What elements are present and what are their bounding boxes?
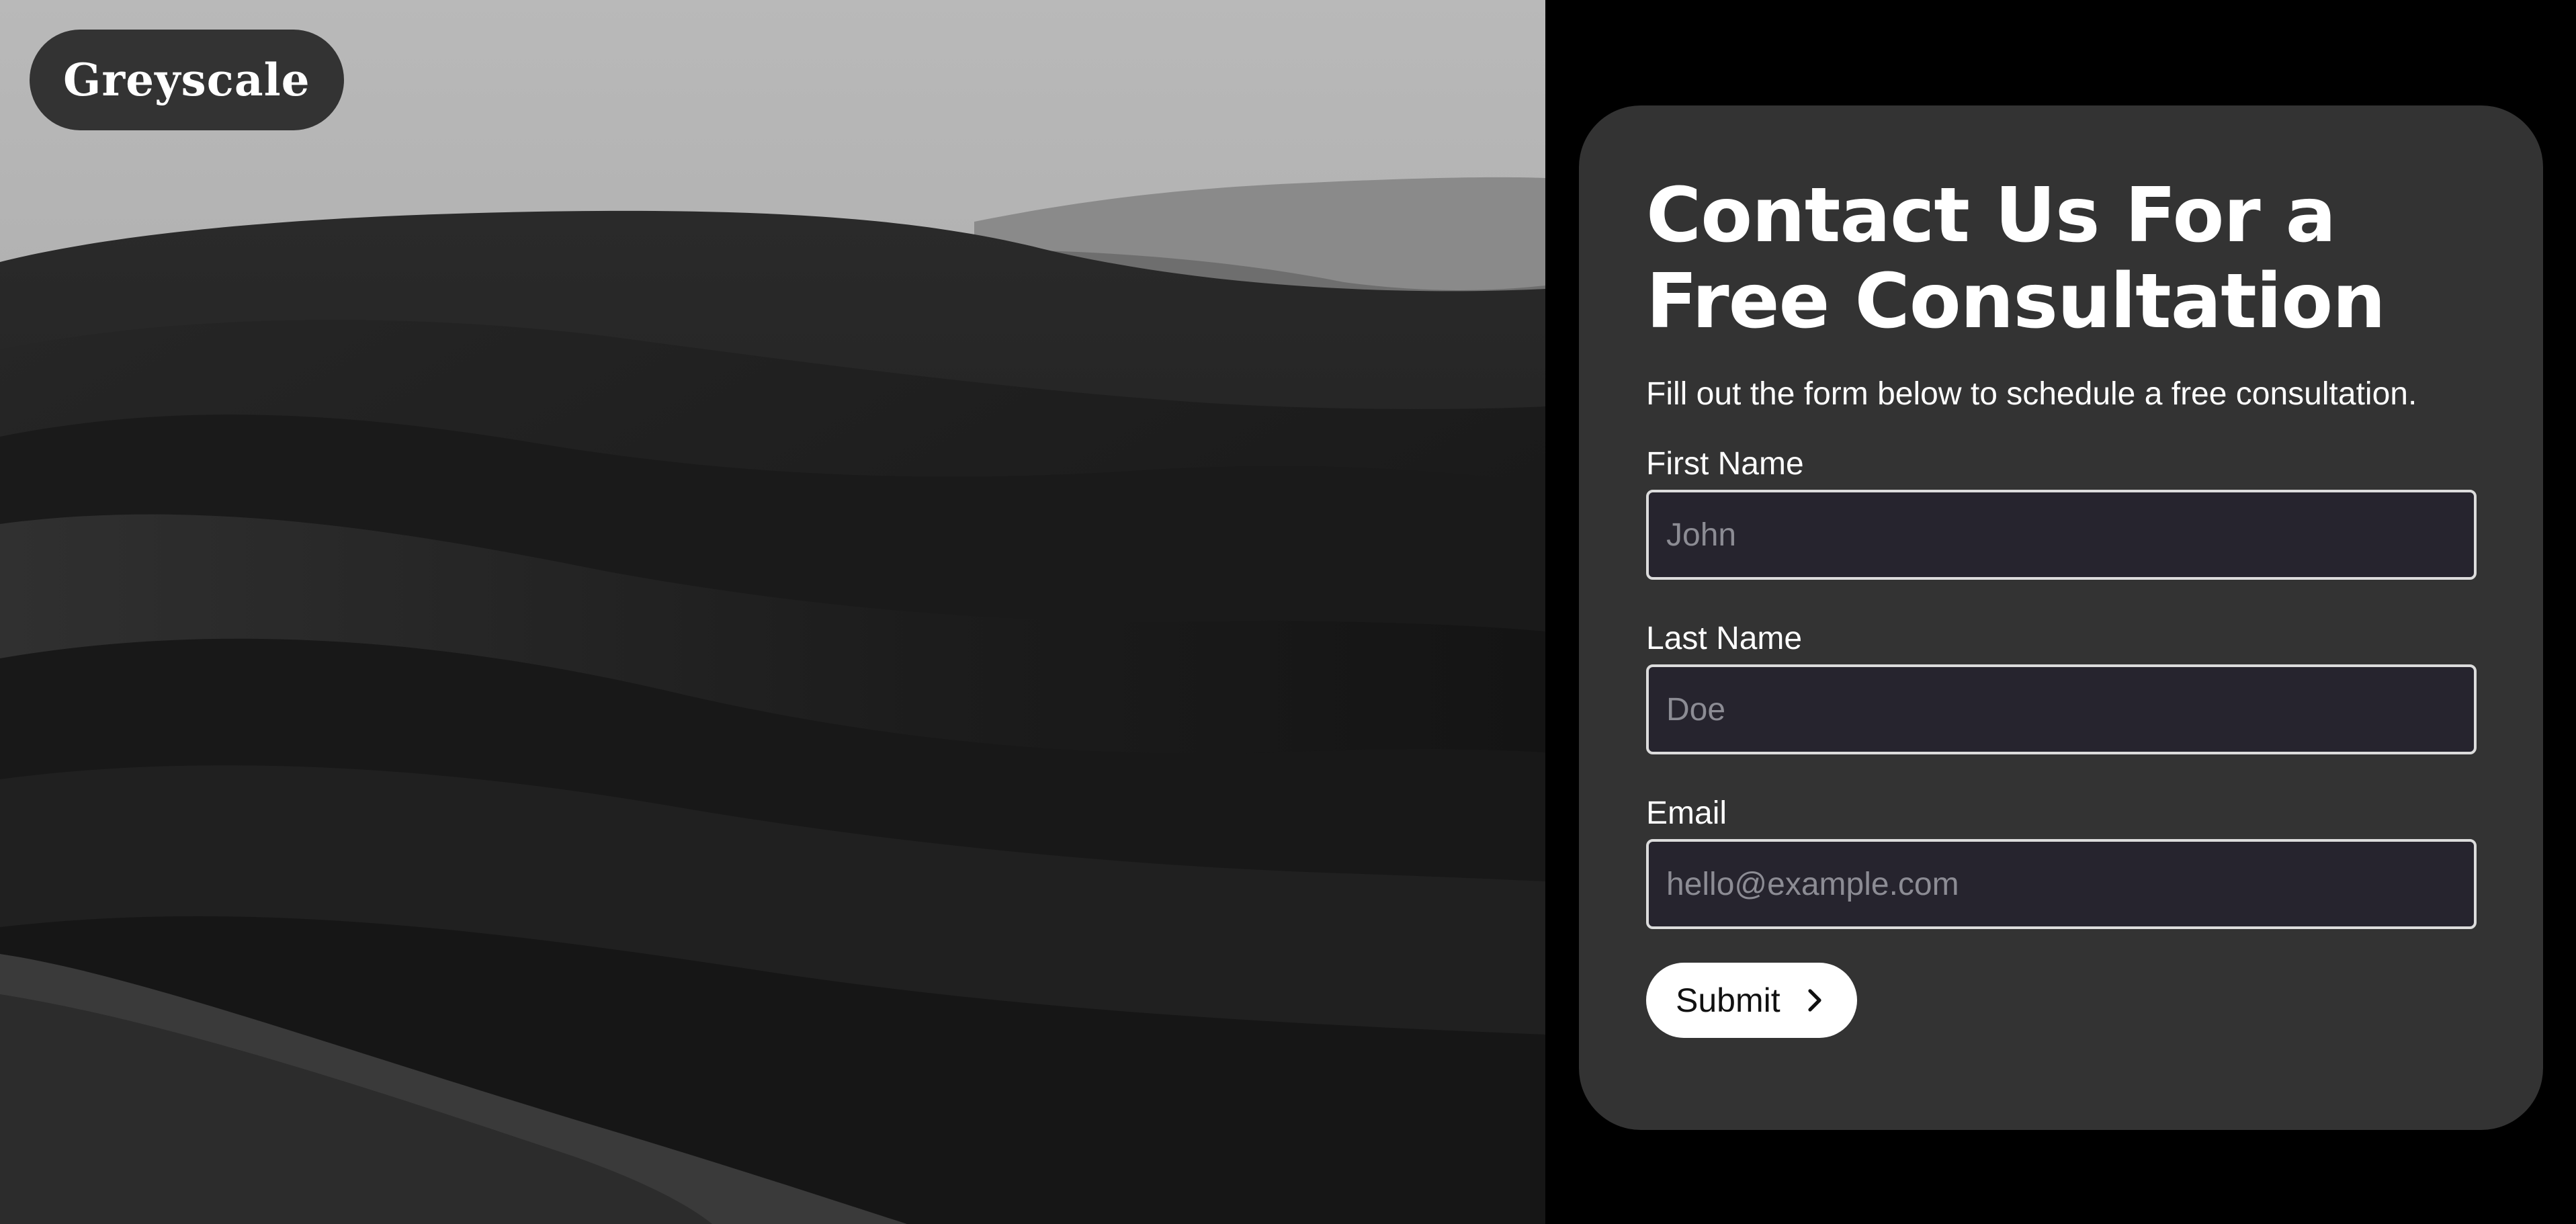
submit-button[interactable]: Submit <box>1646 963 1857 1038</box>
form-subtitle: Fill out the form below to schedule a fr… <box>1646 376 2417 412</box>
last-name-label: Last Name <box>1646 621 1803 656</box>
brand-logo-pill[interactable]: Greyscale <box>30 30 344 130</box>
contact-form-card: Contact Us For a Free Consultation Fill … <box>1579 105 2543 1130</box>
last-name-field-group: Last Name <box>1646 619 2477 754</box>
last-name-input[interactable] <box>1646 664 2477 754</box>
first-name-input[interactable] <box>1646 490 2477 580</box>
first-name-label: First Name <box>1646 446 1804 482</box>
brand-name: Greyscale <box>63 54 310 106</box>
email-input[interactable] <box>1646 839 2477 929</box>
form-title: Contact Us For a Free Consultation <box>1646 172 2386 345</box>
submit-button-label: Submit <box>1676 981 1780 1019</box>
chevron-right-icon <box>1801 987 1828 1014</box>
dunes-landscape-image <box>0 0 1545 1224</box>
email-label: Email <box>1646 795 1727 831</box>
contact-page: Greyscale Contact Us For a Free Consulta… <box>0 0 2576 1224</box>
email-field-group: Email <box>1646 793 2477 929</box>
first-name-field-group: First Name <box>1646 444 2477 580</box>
